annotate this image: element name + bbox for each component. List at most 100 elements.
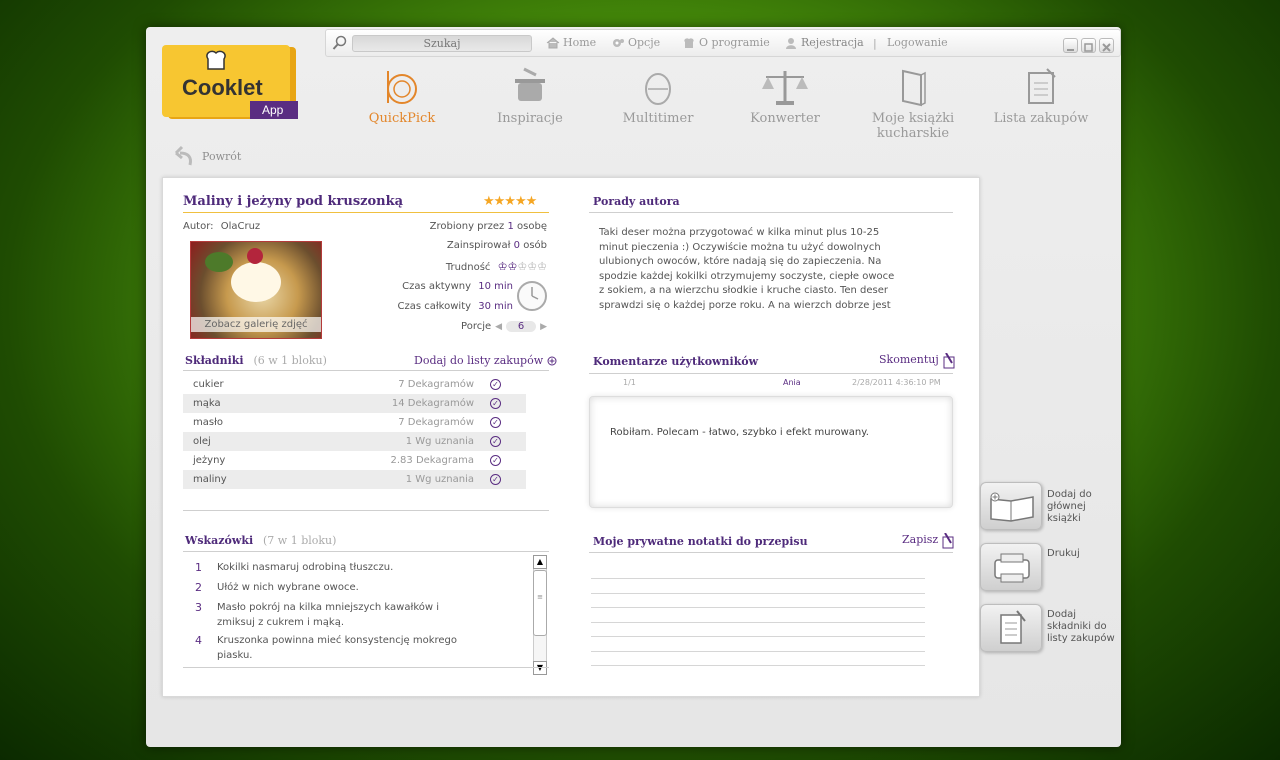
check-circle-icon[interactable]: ✓	[490, 455, 501, 466]
inspired-prefix: Zainspirował	[446, 240, 511, 251]
nav-quickpick[interactable]: QuickPick	[347, 67, 457, 126]
minimize-button[interactable]	[1063, 38, 1078, 53]
gallery-link[interactable]: Zobacz galerię zdjęć	[191, 317, 321, 332]
comment-button[interactable]: Skomentuj	[879, 353, 956, 369]
shopping-list-icon	[1000, 610, 1026, 644]
advice-title: Porady autora	[593, 195, 680, 208]
separator: |	[873, 37, 877, 50]
close-button[interactable]	[1099, 38, 1114, 53]
add-to-list-label: Dodaj do listy zakupów	[414, 354, 544, 367]
difficulty-label: Trudność	[445, 262, 491, 273]
home-label: Home	[563, 36, 597, 49]
tips-header: Wskazówki (7 w 1 bloku)	[185, 534, 336, 547]
portions-value[interactable]: 6	[506, 321, 537, 332]
user-icon	[786, 37, 796, 49]
tip-text: Masło pokrój na kilka mniejszych kawałkó…	[217, 602, 440, 628]
tips-scrollbar[interactable]: ▲ ≡ ▼	[533, 555, 547, 675]
scroll-thumb[interactable]: ≡	[533, 570, 547, 636]
pot-icon	[515, 67, 545, 101]
app-window: Szukaj Home Opcje O programie Rejestracj…	[146, 27, 1121, 747]
portions-decrease-icon[interactable]: ◀	[495, 322, 502, 332]
scroll-down-icon[interactable]: ▼	[533, 661, 547, 675]
nav-lista-zakupow[interactable]: Lista zakupów	[986, 67, 1096, 126]
nav-label: Lista zakupów	[993, 111, 1089, 126]
ingredient-name: masło	[193, 417, 224, 428]
scroll-up-icon[interactable]: ▲	[533, 555, 547, 569]
pencil-note-icon	[943, 353, 955, 369]
tip-number: 4	[195, 634, 202, 647]
difficulty-hat-icon: ♔	[537, 260, 547, 273]
cooklet-logo[interactable]: Cooklet App	[162, 43, 298, 123]
ingredients-title: Składniki	[185, 354, 244, 367]
tips-title: Wskazówki	[185, 534, 254, 547]
nav-konwerter[interactable]: Konwerter	[730, 67, 840, 126]
ingredients-header: Składniki (6 w 1 bloku)	[185, 354, 327, 367]
difficulty-hat-icon: ♔	[497, 260, 508, 273]
logo-badge: App	[262, 103, 284, 117]
nav-inspiracje[interactable]: Inspiracje	[475, 67, 585, 126]
printer-icon	[994, 553, 1030, 583]
about-link[interactable]: O programie	[682, 36, 770, 49]
check-circle-icon[interactable]: ✓	[490, 398, 501, 409]
difficulty-hat-icon: ♔	[517, 260, 528, 273]
back-label: Powrót	[202, 149, 242, 163]
ingredient-quantity: 7 Dekagramów	[398, 379, 474, 390]
author-name[interactable]: OlaCruz	[221, 221, 260, 232]
search-icon[interactable]	[332, 35, 348, 51]
add-ingredients-to-list-button[interactable]	[980, 604, 1042, 652]
scale-icon	[762, 71, 808, 105]
rating-stars[interactable]: ★★★★★	[483, 194, 537, 209]
nav-multitimer[interactable]: Multitimer	[603, 67, 713, 126]
check-circle-icon[interactable]: ✓	[490, 436, 501, 447]
tip-text: Ułóż w nich wybrane owoce.	[217, 582, 359, 593]
maximize-button[interactable]	[1081, 38, 1096, 53]
portions-increase-icon[interactable]: ▶	[540, 322, 547, 332]
advice-divider	[589, 212, 953, 213]
open-book-icon	[990, 492, 1034, 522]
ingredient-quantity: 7 Dekagramów	[398, 417, 474, 428]
comment-text: Robiłam. Polecam - łatwo, szybko i efekt…	[610, 427, 869, 438]
home-link[interactable]: Home	[546, 36, 596, 49]
note-line	[591, 592, 925, 594]
tip-number: 2	[195, 581, 202, 594]
check-circle-icon[interactable]: ✓	[490, 474, 501, 485]
login-link[interactable]: Logowanie	[887, 36, 948, 49]
difficulty-hat-icon: ♔	[527, 260, 538, 273]
recipe-photo[interactable]: Zobacz galerię zdjęć	[190, 241, 322, 339]
print-button[interactable]	[980, 543, 1042, 591]
check-circle-icon[interactable]: ✓	[490, 417, 501, 428]
ingredient-quantity: 1 Wg uznania	[405, 474, 474, 485]
nav-moje-ksiazki[interactable]: Moje książki kucharskie	[858, 67, 968, 141]
add-to-shopping-list-link[interactable]: Dodaj do listy zakupów	[414, 354, 557, 367]
check-circle-icon[interactable]: ✓	[490, 379, 501, 390]
note-line	[591, 636, 925, 637]
author-label: Autor:	[183, 221, 214, 232]
recipe-panel: Maliny i jeżyny pod kruszonką ★★★★★ Auto…	[162, 177, 980, 697]
tips-count: (7 w 1 bloku)	[263, 534, 337, 547]
tips-top-divider	[183, 510, 549, 511]
search-input[interactable]: Szukaj	[352, 35, 532, 52]
title-divider	[183, 212, 549, 213]
add-to-main-book-label: Dodaj do głównej książki	[1047, 489, 1092, 524]
tip-text: Kruszonka powinna mieć konsystencję mokr…	[217, 635, 458, 661]
active-time-label: Czas aktywny	[402, 281, 472, 292]
ingredient-name: maliny	[193, 474, 227, 485]
tip-item: 4 Kruszonka powinna mieć konsystencję mok…	[195, 633, 458, 663]
made-by: Zrobiony przez 1 osobę	[430, 221, 547, 232]
tips-divider	[183, 551, 549, 552]
add-to-main-book-button[interactable]	[980, 482, 1042, 530]
ingredient-name: cukier	[193, 379, 224, 390]
tip-item: 3 Masło pokrój na kilka mniejszych kawałk…	[195, 600, 457, 630]
ingredient-quantity: 14 Dekagramów	[391, 398, 474, 409]
back-button[interactable]: Powrót	[174, 145, 241, 167]
logo-text: Cooklet	[182, 75, 263, 100]
comment-user[interactable]: Ania	[783, 378, 801, 387]
register-link[interactable]: Rejestracja	[784, 36, 864, 49]
options-link[interactable]: Opcje	[611, 36, 660, 49]
back-arrow-icon	[174, 145, 192, 166]
book-icon	[902, 69, 926, 107]
chef-hat-icon	[684, 37, 694, 48]
save-notes-button[interactable]: Zapisz	[902, 533, 955, 549]
tip-item: 1 Kokilki nasmaruj odrobiną tłuszczu.	[195, 560, 457, 575]
add-ingredients-to-list-label: Dodaj składniki do listy zakupów	[1047, 609, 1115, 644]
